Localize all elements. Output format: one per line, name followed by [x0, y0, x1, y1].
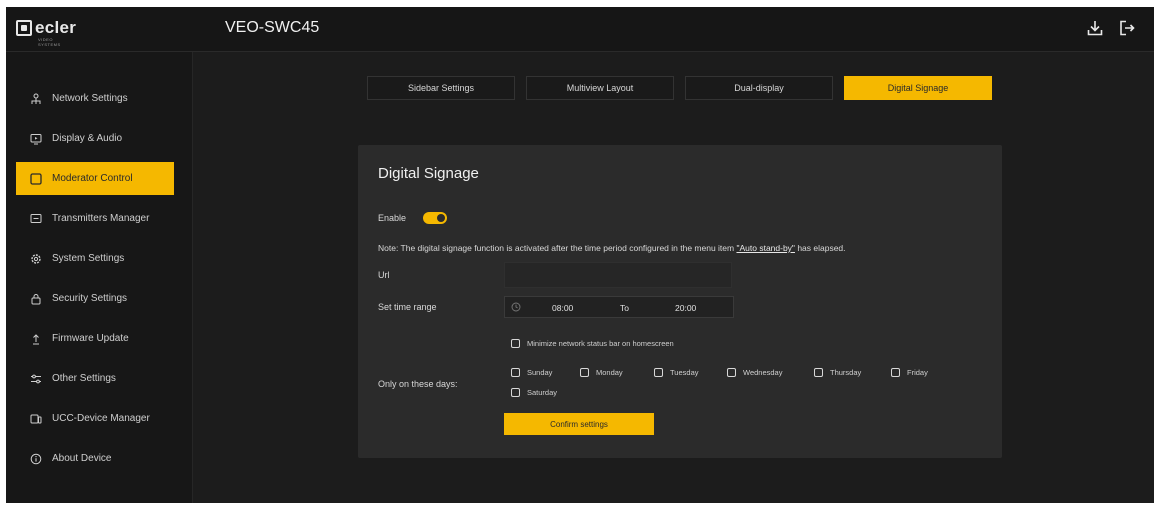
note-text: Note: The digital signage function is ac…: [378, 243, 846, 253]
sidebar-item-security-settings[interactable]: Security Settings: [16, 282, 174, 315]
upload-icon: [30, 333, 42, 345]
sidebar-item-display-audio[interactable]: Display & Audio: [16, 122, 174, 155]
info-icon: [30, 453, 42, 465]
sidebar-item-label: Display & Audio: [52, 133, 123, 144]
sidebar-item-label: Network Settings: [52, 93, 128, 104]
panel-title: Digital Signage: [378, 165, 479, 182]
network-icon: [30, 93, 42, 105]
day-checkbox[interactable]: [580, 368, 589, 377]
brand-tagline: VIDEO SYSTEMS: [38, 37, 61, 47]
moderator-icon: [30, 172, 42, 185]
note-suffix: has elapsed.: [794, 243, 846, 253]
top-bar: ecler VIDEO SYSTEMS VEO-SWC45: [6, 7, 1154, 52]
enable-label: Enable: [378, 213, 407, 223]
brand-logo: ecler VIDEO SYSTEMS: [16, 17, 77, 47]
time-range-picker[interactable]: 08:00 To 20:00: [504, 296, 734, 318]
device-icon: [30, 413, 42, 425]
clock-icon: [511, 302, 521, 312]
logo-mark-icon: [16, 20, 32, 36]
day-label: Friday: [907, 368, 928, 377]
day-label: Thursday: [830, 368, 862, 377]
download-icon[interactable]: [1086, 19, 1104, 37]
display-icon: [30, 133, 42, 145]
tab-dual-display[interactable]: Dual-display: [685, 76, 833, 100]
sidebar-item-label: System Settings: [52, 253, 125, 264]
sidebar-item-label: Moderator Control: [52, 173, 133, 184]
day-checkbox[interactable]: [891, 368, 900, 377]
sliders-icon: [30, 373, 42, 385]
sidebar-item-label: Firmware Update: [52, 333, 129, 344]
device-title: VEO-SWC45: [225, 19, 320, 36]
day-label: Wednesday: [743, 368, 783, 377]
time-from[interactable]: 08:00: [552, 303, 573, 313]
minimize-status-bar-checkbox[interactable]: [511, 339, 520, 348]
minimize-status-bar-label: Minimize network status bar on homescree…: [527, 339, 674, 348]
day-checkbox[interactable]: [727, 368, 736, 377]
sidebar-item-label: Transmitters Manager: [52, 213, 150, 224]
sidebar-item-firmware-update[interactable]: Firmware Update: [16, 322, 174, 355]
day-label: Tuesday: [670, 368, 699, 377]
sidebar-item-label: About Device: [52, 453, 112, 464]
gear-icon: [30, 253, 42, 265]
header-actions: [1086, 19, 1136, 37]
day-checkbox[interactable]: [654, 368, 663, 377]
tab-digital-signage[interactable]: Digital Signage: [844, 76, 992, 100]
url-label: Url: [378, 270, 390, 280]
day-wednesday[interactable]: Wednesday: [727, 368, 782, 377]
tab-sidebar-settings[interactable]: Sidebar Settings: [367, 76, 515, 100]
sidebar-item-network-settings[interactable]: Network Settings: [16, 82, 174, 115]
days-label: Only on these days:: [378, 379, 458, 389]
day-label: Saturday: [527, 388, 558, 397]
sidebar-item-label: Security Settings: [52, 293, 128, 304]
sidebar-item-label: UCC-Device Manager: [52, 413, 150, 424]
day-label: Sunday: [527, 368, 553, 377]
day-checkbox[interactable]: [511, 388, 520, 397]
brand-name: ecler: [35, 18, 77, 37]
enable-toggle[interactable]: [423, 212, 447, 224]
day-checkbox[interactable]: [511, 368, 520, 377]
sidebar-item-other-settings[interactable]: Other Settings: [16, 362, 174, 395]
day-tuesday[interactable]: Tuesday: [654, 368, 699, 377]
confirm-settings-button[interactable]: Confirm settings: [504, 413, 654, 435]
sidebar: Network Settings Display & Audio Moderat…: [6, 52, 193, 503]
auto-standby-link[interactable]: "Auto stand-by": [736, 243, 794, 253]
time-range-label: Set time range: [378, 302, 437, 312]
sidebar-item-about-device[interactable]: About Device: [16, 442, 174, 475]
time-to[interactable]: 20:00: [675, 303, 696, 313]
transmitter-icon: [30, 213, 42, 225]
day-sunday[interactable]: Sunday: [511, 368, 552, 377]
note-prefix: Note: The digital signage function is ac…: [378, 243, 737, 253]
minimize-status-bar-option[interactable]: Minimize network status bar on homescree…: [511, 339, 674, 348]
url-input[interactable]: [504, 262, 732, 288]
sidebar-item-moderator-control[interactable]: Moderator Control: [16, 162, 174, 195]
digital-signage-panel: Digital Signage Enable Note: The digital…: [358, 145, 1002, 458]
day-saturday[interactable]: Saturday: [511, 388, 557, 397]
day-label: Monday: [596, 368, 623, 377]
day-checkbox[interactable]: [814, 368, 823, 377]
sidebar-item-label: Other Settings: [52, 373, 116, 384]
sidebar-item-system-settings[interactable]: System Settings: [16, 242, 174, 275]
sidebar-item-ucc-device-manager[interactable]: UCC-Device Manager: [16, 402, 174, 435]
logout-icon[interactable]: [1118, 19, 1136, 37]
day-thursday[interactable]: Thursday: [814, 368, 861, 377]
tab-multiview-layout[interactable]: Multiview Layout: [526, 76, 674, 100]
app-window: ecler VIDEO SYSTEMS VEO-SWC45 Network Se…: [6, 7, 1154, 503]
lock-icon: [30, 293, 42, 305]
day-monday[interactable]: Monday: [580, 368, 623, 377]
day-friday[interactable]: Friday: [891, 368, 928, 377]
sidebar-item-transmitters-manager[interactable]: Transmitters Manager: [16, 202, 174, 235]
time-to-label: To: [620, 303, 629, 313]
